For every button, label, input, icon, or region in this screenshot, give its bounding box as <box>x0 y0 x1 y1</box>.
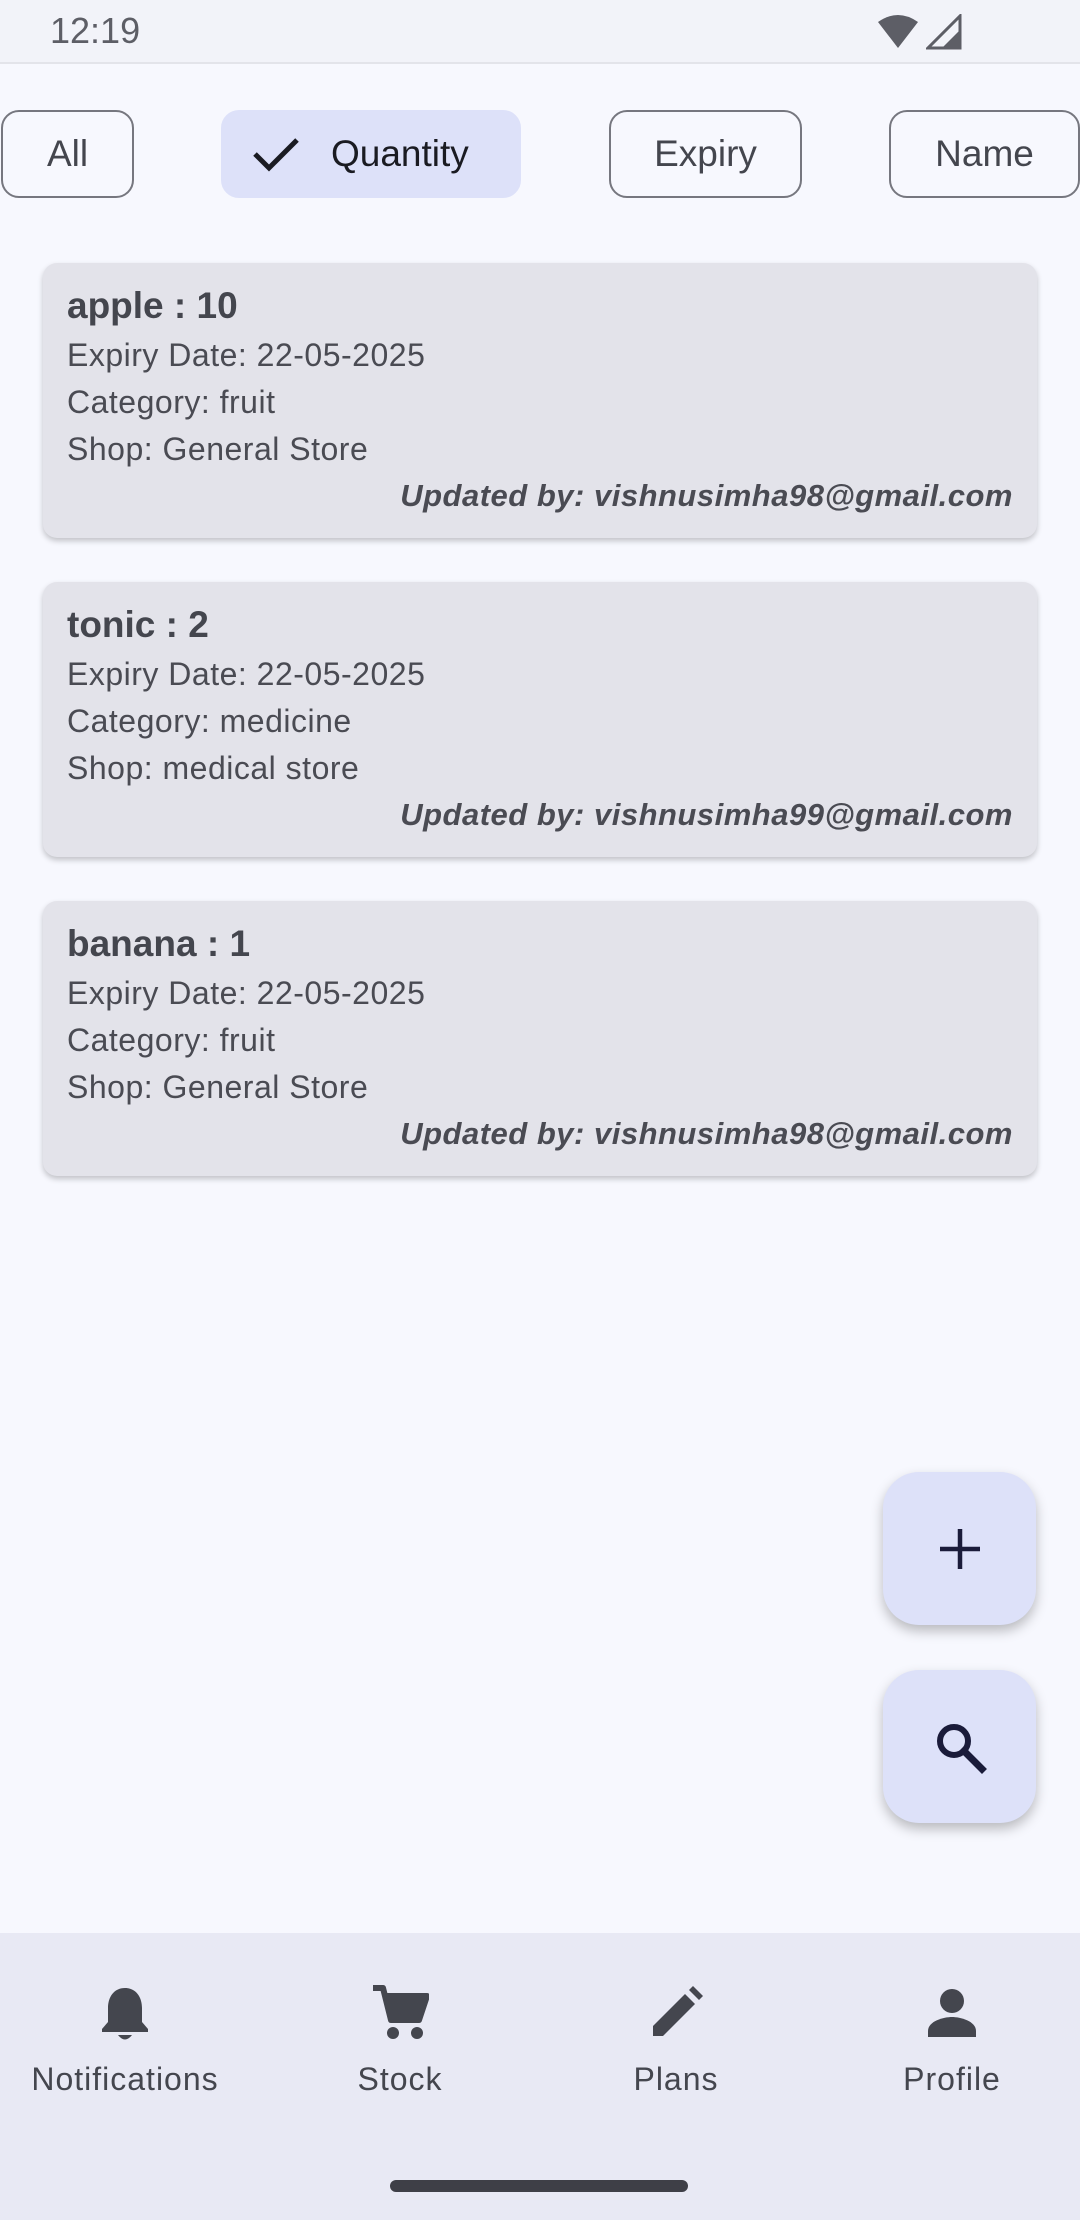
stock-item-card[interactable]: banana : 1 Expiry Date: 22-05-2025 Categ… <box>43 901 1037 1176</box>
category-value: fruit <box>219 384 276 420</box>
item-quantity: 2 <box>188 604 209 645</box>
bottom-navigation: Notifications Stock Plans Profile <box>0 1933 1080 2220</box>
item-shop: Shop: General Store <box>67 431 1013 468</box>
filter-chip-expiry[interactable]: Expiry <box>609 110 802 198</box>
updated-label: Updated by: <box>400 1116 594 1151</box>
filter-chip-quantity[interactable]: Quantity <box>221 110 521 198</box>
status-icons <box>876 14 962 50</box>
updated-value: vishnusimha98@gmail.com <box>593 1116 1013 1151</box>
shop-value: General Store <box>162 1069 369 1105</box>
signal-icon <box>926 14 962 50</box>
nav-label: Notifications <box>31 2061 219 2097</box>
expiry-value: 22-05-2025 <box>256 337 426 373</box>
item-updated-by: Updated by: vishnusimha99@gmail.com <box>67 797 1013 833</box>
filter-chip-all[interactable]: All <box>1 110 134 198</box>
filter-chip-label: Name <box>935 133 1034 174</box>
item-expiry: Expiry Date: 22-05-2025 <box>67 975 1013 1012</box>
updated-value: vishnusimha98@gmail.com <box>593 478 1013 513</box>
expiry-label: Expiry Date: <box>67 975 257 1011</box>
filter-chip-label: Quantity <box>331 133 469 174</box>
item-category: Category: fruit <box>67 1022 1013 1059</box>
category-label: Category: <box>67 384 220 420</box>
item-expiry: Expiry Date: 22-05-2025 <box>67 656 1013 693</box>
item-updated-by: Updated by: vishnusimha98@gmail.com <box>67 1116 1013 1152</box>
item-updated-by: Updated by: vishnusimha98@gmail.com <box>67 478 1013 514</box>
item-expiry: Expiry Date: 22-05-2025 <box>67 337 1013 374</box>
item-shop: Shop: General Store <box>67 1069 1013 1106</box>
shop-label: Shop: <box>67 431 163 467</box>
expiry-value: 22-05-2025 <box>256 656 426 692</box>
filter-chip-label: Expiry <box>654 133 757 174</box>
nav-item-stock[interactable]: Stock <box>265 1983 535 2098</box>
status-time: 12:19 <box>50 10 141 51</box>
search-icon <box>936 1723 987 1774</box>
person-icon <box>922 1983 982 2043</box>
expiry-label: Expiry Date: <box>67 337 257 373</box>
item-name: apple <box>67 285 164 326</box>
nav-label: Stock <box>357 2061 443 2097</box>
updated-value: vishnusimha99@gmail.com <box>593 797 1013 832</box>
item-title: apple : 10 <box>67 285 1013 327</box>
wifi-icon <box>878 15 918 48</box>
expiry-label: Expiry Date: <box>67 656 257 692</box>
stock-item-card[interactable]: tonic : 2 Expiry Date: 22-05-2025 Catego… <box>43 582 1037 857</box>
check-icon <box>251 134 301 174</box>
item-name: banana <box>67 923 197 964</box>
category-value: medicine <box>219 703 352 739</box>
search-fab[interactable] <box>883 1670 1036 1823</box>
add-icon <box>939 1528 980 1569</box>
nav-label: Profile <box>903 2061 1001 2097</box>
item-separator: : <box>155 604 189 645</box>
category-label: Category: <box>67 1022 220 1058</box>
shop-value: General Store <box>162 431 369 467</box>
updated-label: Updated by: <box>400 478 594 513</box>
item-separator: : <box>163 285 197 326</box>
shop-value: medical store <box>162 750 360 786</box>
filter-chip-label: All <box>46 133 89 174</box>
home-gesture-bar[interactable] <box>390 2180 688 2192</box>
status-bar: 12:19 <box>0 0 1080 64</box>
item-shop: Shop: medical store <box>67 750 1013 787</box>
updated-label: Updated by: <box>400 797 594 832</box>
item-name: tonic <box>67 604 156 645</box>
shop-label: Shop: <box>67 750 163 786</box>
nav-item-profile[interactable]: Profile <box>817 1983 1080 2098</box>
expiry-value: 22-05-2025 <box>256 975 426 1011</box>
item-title: tonic : 2 <box>67 604 1013 646</box>
add-item-fab[interactable] <box>883 1472 1036 1625</box>
stock-item-card[interactable]: apple : 10 Expiry Date: 22-05-2025 Categ… <box>43 263 1037 538</box>
nav-label: Plans <box>633 2061 719 2097</box>
nav-item-plans[interactable]: Plans <box>541 1983 811 2098</box>
item-category: Category: medicine <box>67 703 1013 740</box>
shop-label: Shop: <box>67 1069 163 1105</box>
item-title: banana : 1 <box>67 923 1013 965</box>
category-label: Category: <box>67 703 220 739</box>
pencil-icon <box>646 1983 706 2043</box>
filter-chip-name[interactable]: Name <box>889 110 1080 198</box>
item-quantity: 10 <box>196 285 238 326</box>
item-quantity: 1 <box>229 923 251 964</box>
category-value: fruit <box>219 1022 276 1058</box>
item-category: Category: fruit <box>67 384 1013 421</box>
item-separator: : <box>196 923 230 964</box>
bell-icon <box>95 1983 155 2043</box>
cart-icon <box>370 1983 430 2043</box>
nav-item-notifications[interactable]: Notifications <box>0 1983 260 2098</box>
